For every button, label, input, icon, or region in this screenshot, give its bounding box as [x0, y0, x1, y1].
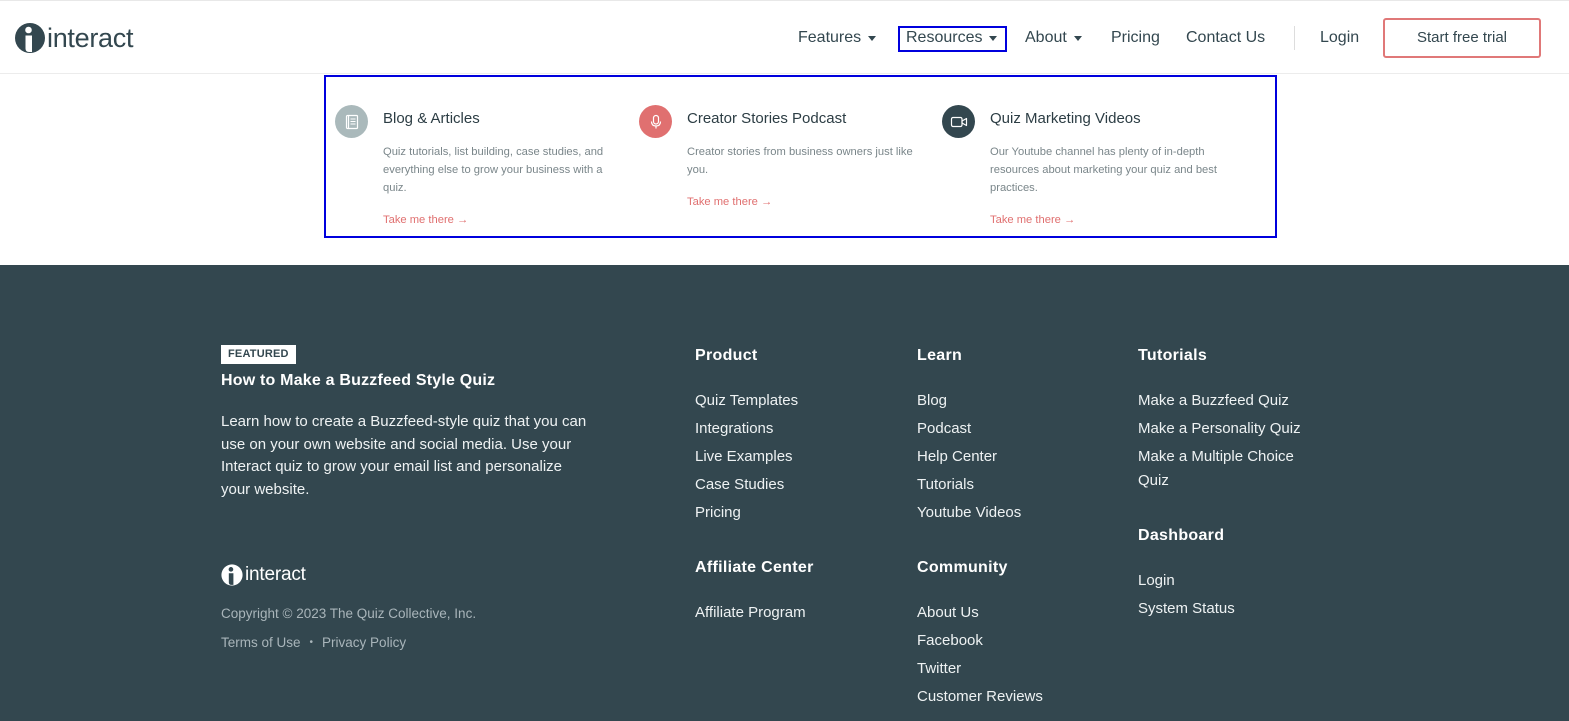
- nav-login[interactable]: Login: [1320, 27, 1359, 49]
- footer-link-customer-reviews[interactable]: Customer Reviews: [917, 687, 1043, 707]
- podcast-description: Creator stories from business owners jus…: [687, 146, 913, 176]
- blog-articles-link[interactable]: Take me there →: [383, 214, 468, 226]
- footer-link-multiple-choice-quiz[interactable]: Make a Multiple Choice Quiz: [1138, 445, 1318, 493]
- footer-link-dashboard-login[interactable]: Login: [1138, 571, 1175, 591]
- featured-title[interactable]: How to Make a Buzzfeed Style Quiz: [221, 372, 495, 390]
- nav-pricing[interactable]: Pricing: [1111, 27, 1160, 49]
- logo[interactable]: interact: [15, 21, 133, 55]
- legal-separator: •: [309, 637, 314, 648]
- podcast-link[interactable]: Take me there →: [687, 196, 772, 208]
- product-heading: Product: [695, 347, 758, 364]
- featured-description: Learn how to create a Buzzfeed-style qui…: [221, 413, 587, 498]
- footer-link-live-examples[interactable]: Live Examples: [695, 447, 793, 467]
- site-header: interact Features Resources About Pricin…: [0, 0, 1569, 74]
- affiliate-center-heading: Affiliate Center: [695, 559, 814, 576]
- microphone-icon: [639, 105, 672, 138]
- nav-features-label: Features: [798, 29, 862, 46]
- dashboard-heading: Dashboard: [1138, 527, 1225, 544]
- nav-contact-label: Contact Us: [1186, 29, 1266, 46]
- nav-contact-us[interactable]: Contact Us: [1186, 27, 1265, 49]
- nav-divider: [1294, 26, 1295, 50]
- nav-pricing-label: Pricing: [1111, 29, 1160, 46]
- video-camera-icon: [942, 105, 975, 138]
- videos-title[interactable]: Quiz Marketing Videos: [990, 110, 1141, 127]
- footer-link-help-center[interactable]: Help Center: [917, 447, 997, 467]
- footer-link-youtube-videos[interactable]: Youtube Videos: [917, 503, 1021, 523]
- site-footer: FEATURED How to Make a Buzzfeed Style Qu…: [0, 265, 1569, 721]
- tutorials-heading: Tutorials: [1138, 347, 1208, 364]
- footer-link-podcast[interactable]: Podcast: [917, 419, 971, 439]
- videos-description: Our Youtube channel has plenty of in-dep…: [990, 146, 1217, 194]
- footer-link-integrations[interactable]: Integrations: [695, 419, 773, 439]
- footer-link-personality-quiz[interactable]: Make a Personality Quiz: [1138, 419, 1301, 439]
- terms-of-use-link[interactable]: Terms of Use: [221, 635, 301, 650]
- learn-heading: Learn: [917, 347, 963, 364]
- footer-link-buzzfeed-quiz[interactable]: Make a Buzzfeed Quiz: [1138, 391, 1289, 411]
- start-free-trial-button[interactable]: Start free trial: [1383, 18, 1541, 58]
- nav-about-label: About: [1025, 29, 1067, 46]
- interact-logo-icon: [15, 23, 45, 53]
- interact-logo-icon: [221, 564, 243, 586]
- caret-down-icon: [1073, 35, 1082, 41]
- resources-dropdown-menu: Blog & Articles Quiz tutorials, list bui…: [324, 75, 1277, 238]
- privacy-policy-link[interactable]: Privacy Policy: [322, 635, 406, 650]
- nav-login-label: Login: [1320, 29, 1360, 46]
- nav-features[interactable]: Features: [798, 27, 877, 49]
- videos-link[interactable]: Take me there →: [990, 214, 1075, 226]
- footer-link-affiliate-program[interactable]: Affiliate Program: [695, 603, 806, 623]
- nav-resources[interactable]: Resources: [906, 27, 998, 49]
- featured-badge: FEATURED: [221, 345, 296, 364]
- copyright-text: Copyright © 2023 The Quiz Collective, In…: [221, 606, 477, 621]
- footer-link-twitter[interactable]: Twitter: [917, 659, 961, 679]
- footer-link-about-us[interactable]: About Us: [917, 603, 979, 623]
- book-icon: [335, 105, 368, 138]
- nav-resources-label: Resources: [906, 29, 983, 46]
- footer-link-pricing[interactable]: Pricing: [695, 503, 741, 523]
- footer-link-blog[interactable]: Blog: [917, 391, 947, 411]
- logo-text: interact: [47, 23, 134, 53]
- caret-down-icon: [989, 35, 998, 41]
- legal-links: Terms of Use • Privacy Policy: [221, 635, 406, 650]
- nav-about[interactable]: About: [1025, 27, 1082, 49]
- blog-articles-description: Quiz tutorials, list building, case stud…: [383, 146, 604, 194]
- footer-logo[interactable]: interact: [221, 563, 306, 587]
- footer-link-case-studies[interactable]: Case Studies: [695, 475, 784, 495]
- footer-link-quiz-templates[interactable]: Quiz Templates: [695, 391, 798, 411]
- caret-down-icon: [868, 35, 877, 41]
- community-heading: Community: [917, 559, 1008, 576]
- blog-articles-title[interactable]: Blog & Articles: [383, 110, 480, 127]
- podcast-title[interactable]: Creator Stories Podcast: [687, 110, 846, 127]
- footer-link-system-status[interactable]: System Status: [1138, 599, 1235, 619]
- footer-link-facebook[interactable]: Facebook: [917, 631, 983, 651]
- footer-logo-text: interact: [245, 564, 306, 585]
- footer-link-tutorials[interactable]: Tutorials: [917, 475, 974, 495]
